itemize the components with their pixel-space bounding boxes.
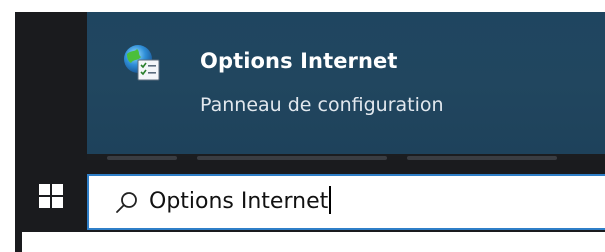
start-menu-panel: Options Internet Panneau de configuratio… (15, 12, 605, 160)
search-box[interactable]: Options Internet (87, 174, 605, 230)
screen: Options Internet Panneau de configuratio… (0, 0, 605, 252)
text-caret (329, 186, 332, 214)
result-title: Options Internet (200, 49, 398, 73)
internet-options-icon (121, 42, 163, 84)
search-query-text: Options Internet (149, 189, 329, 214)
search-input[interactable]: Options Internet (149, 186, 332, 218)
result-subtitle: Panneau de configuration (200, 94, 444, 116)
start-menu-left-strip (15, 12, 87, 160)
start-button[interactable] (15, 160, 87, 230)
below-area-edge (20, 232, 22, 252)
best-match-result[interactable]: Options Internet Panneau de configuratio… (87, 12, 605, 154)
windows-logo-icon (39, 184, 63, 208)
below-taskbar-area (20, 232, 605, 252)
search-icon (115, 190, 139, 214)
